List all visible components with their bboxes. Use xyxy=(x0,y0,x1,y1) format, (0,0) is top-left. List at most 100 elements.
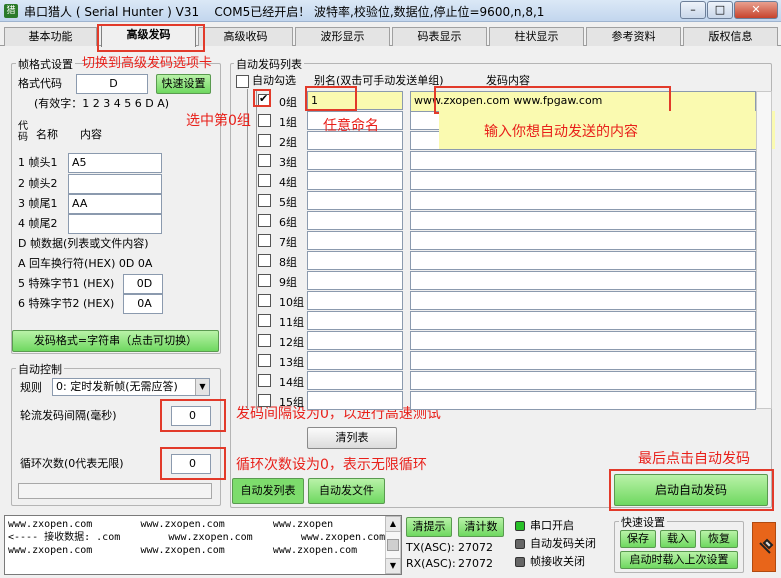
group-checkbox[interactable] xyxy=(258,154,271,167)
scroll-thumb[interactable] xyxy=(387,539,399,551)
group-checkbox[interactable] xyxy=(258,294,271,307)
group-checkbox[interactable] xyxy=(258,194,271,207)
group-checkbox[interactable] xyxy=(258,374,271,387)
rule-select[interactable]: 0: 定时发新帧(无需应答) ▼ xyxy=(52,378,210,396)
tab-basic[interactable]: 基本功能 xyxy=(4,27,97,46)
group-alias-input[interactable] xyxy=(307,331,403,350)
close-button[interactable]: ✕ xyxy=(734,1,778,19)
frame-row-input[interactable]: AA xyxy=(68,194,162,214)
chevron-down-icon[interactable]: ▼ xyxy=(195,379,209,395)
group-content-input[interactable] xyxy=(410,351,756,370)
tab-waveform[interactable]: 波形显示 xyxy=(295,27,390,46)
tx-label: TX(ASC): xyxy=(406,541,455,554)
group-alias-input[interactable] xyxy=(307,311,403,330)
group-checkbox[interactable] xyxy=(258,114,271,127)
annotation-box-start xyxy=(609,469,774,511)
send-format-button[interactable]: 发码格式=字符串（点击可切换） xyxy=(12,330,219,352)
loop-label: 循环次数(0代表无限) xyxy=(20,457,124,470)
group-alias-input[interactable] xyxy=(307,191,403,210)
group-label: 9组 xyxy=(279,276,297,289)
group-alias-input[interactable] xyxy=(307,251,403,270)
interval-label: 轮流发码间隔(毫秒) xyxy=(20,409,117,422)
save-settings-button[interactable]: 保存 xyxy=(620,530,656,548)
group-checkbox[interactable] xyxy=(258,134,271,147)
group-content-input[interactable] xyxy=(410,291,756,310)
group-label: 1组 xyxy=(279,116,297,129)
auto-select-checkbox[interactable] xyxy=(236,75,249,88)
special-byte2-input[interactable]: 0A xyxy=(123,294,163,314)
load-settings-button[interactable]: 载入 xyxy=(660,530,696,548)
frame-row-input[interactable] xyxy=(68,174,162,194)
group-label: 15组 xyxy=(279,396,304,409)
tab-bar-chart[interactable]: 柱状显示 xyxy=(489,27,584,46)
group-alias-input[interactable] xyxy=(307,351,403,370)
group-alias-input[interactable] xyxy=(307,391,403,410)
group-alias-input[interactable] xyxy=(307,211,403,230)
quick-set-button[interactable]: 快速设置 xyxy=(156,74,211,94)
group-content-input[interactable] xyxy=(410,251,756,270)
restore-settings-button[interactable]: 恢复 xyxy=(700,530,738,548)
group-checkbox[interactable] xyxy=(258,354,271,367)
group-content-input[interactable] xyxy=(410,211,756,230)
group-alias-input[interactable] xyxy=(307,291,403,310)
annotation-box-interval xyxy=(160,399,226,432)
tab-references[interactable]: 参考资料 xyxy=(586,27,681,46)
clear-count-button[interactable]: 清计数 xyxy=(458,517,504,537)
group-checkbox[interactable] xyxy=(258,394,271,407)
tab-advanced-receive[interactable]: 高级收码 xyxy=(198,27,293,46)
receive-scrollbar[interactable]: ▲ ▼ xyxy=(385,516,401,574)
group-content-input[interactable] xyxy=(410,231,756,250)
group-label: 6组 xyxy=(279,216,297,229)
group-checkbox[interactable] xyxy=(258,314,271,327)
frame-row-input[interactable] xyxy=(68,214,162,234)
title-bar: 猎 串口猎人 ( Serial Hunter ) V31 COM5已经开启！ 波… xyxy=(0,0,781,22)
port-status-led xyxy=(515,521,525,531)
group-content-input[interactable] xyxy=(410,371,756,390)
group-alias-input[interactable] xyxy=(307,151,403,170)
clear-display-button[interactable]: 清提示 xyxy=(406,517,452,537)
frame-row-input[interactable]: A5 xyxy=(68,153,162,173)
group-content-input[interactable] xyxy=(410,331,756,350)
frame-recv-led xyxy=(515,557,525,567)
group-content-input[interactable] xyxy=(410,391,756,410)
group-checkbox[interactable] xyxy=(258,254,271,267)
group-alias-input[interactable] xyxy=(307,371,403,390)
annotation-box-content xyxy=(434,86,671,114)
group-alias-input[interactable] xyxy=(307,171,403,190)
clear-list-button[interactable]: 清列表 xyxy=(307,427,397,449)
special-byte1-input[interactable]: 0D xyxy=(123,274,163,294)
group-checkbox[interactable] xyxy=(258,174,271,187)
group-checkbox[interactable] xyxy=(258,274,271,287)
minimize-button[interactable]: – xyxy=(680,1,706,19)
annotation-content: 输入你想自动发送的内容 xyxy=(484,124,638,140)
list-scrollbar[interactable] xyxy=(756,91,772,409)
tab-auto-file[interactable]: 自动发文件 xyxy=(308,478,385,504)
auto-send-status-label: 自动发码关闭 xyxy=(530,537,596,550)
auto-list-title: 自动发码列表 xyxy=(234,56,304,72)
group-content-input[interactable] xyxy=(410,191,756,210)
scroll-down-icon[interactable]: ▼ xyxy=(385,558,401,574)
startup-load-button[interactable]: 启动时载入上次设置 xyxy=(620,551,738,569)
group-content-input[interactable] xyxy=(410,151,756,170)
scroll-up-icon[interactable]: ▲ xyxy=(385,516,401,532)
group-checkbox[interactable] xyxy=(258,234,271,247)
receive-text-area[interactable]: www.zxopen.com www.zxopen.com www.zxopen… xyxy=(4,515,402,575)
group-checkbox[interactable] xyxy=(258,334,271,347)
rx-count: 27072 xyxy=(458,557,493,570)
tab-code-table[interactable]: 码表显示 xyxy=(392,27,487,46)
group-alias-input[interactable] xyxy=(307,231,403,250)
tool-icon[interactable] xyxy=(752,522,776,572)
format-code-input[interactable]: D xyxy=(76,74,148,94)
group-content-input[interactable] xyxy=(410,311,756,330)
auto-send-led xyxy=(515,539,525,549)
group-alias-input[interactable] xyxy=(307,271,403,290)
annotation-box-alias xyxy=(305,86,357,111)
maximize-button[interactable]: □ xyxy=(707,1,733,19)
group-checkbox[interactable] xyxy=(258,214,271,227)
tab-auto-list[interactable]: 自动发列表 xyxy=(232,478,304,504)
group-label: 8组 xyxy=(279,256,297,269)
group-content-input[interactable] xyxy=(410,271,756,290)
group-content-input[interactable] xyxy=(410,171,756,190)
frame-row-label: 4 帧尾2 xyxy=(18,217,58,230)
tab-copyright[interactable]: 版权信息 xyxy=(683,27,778,46)
